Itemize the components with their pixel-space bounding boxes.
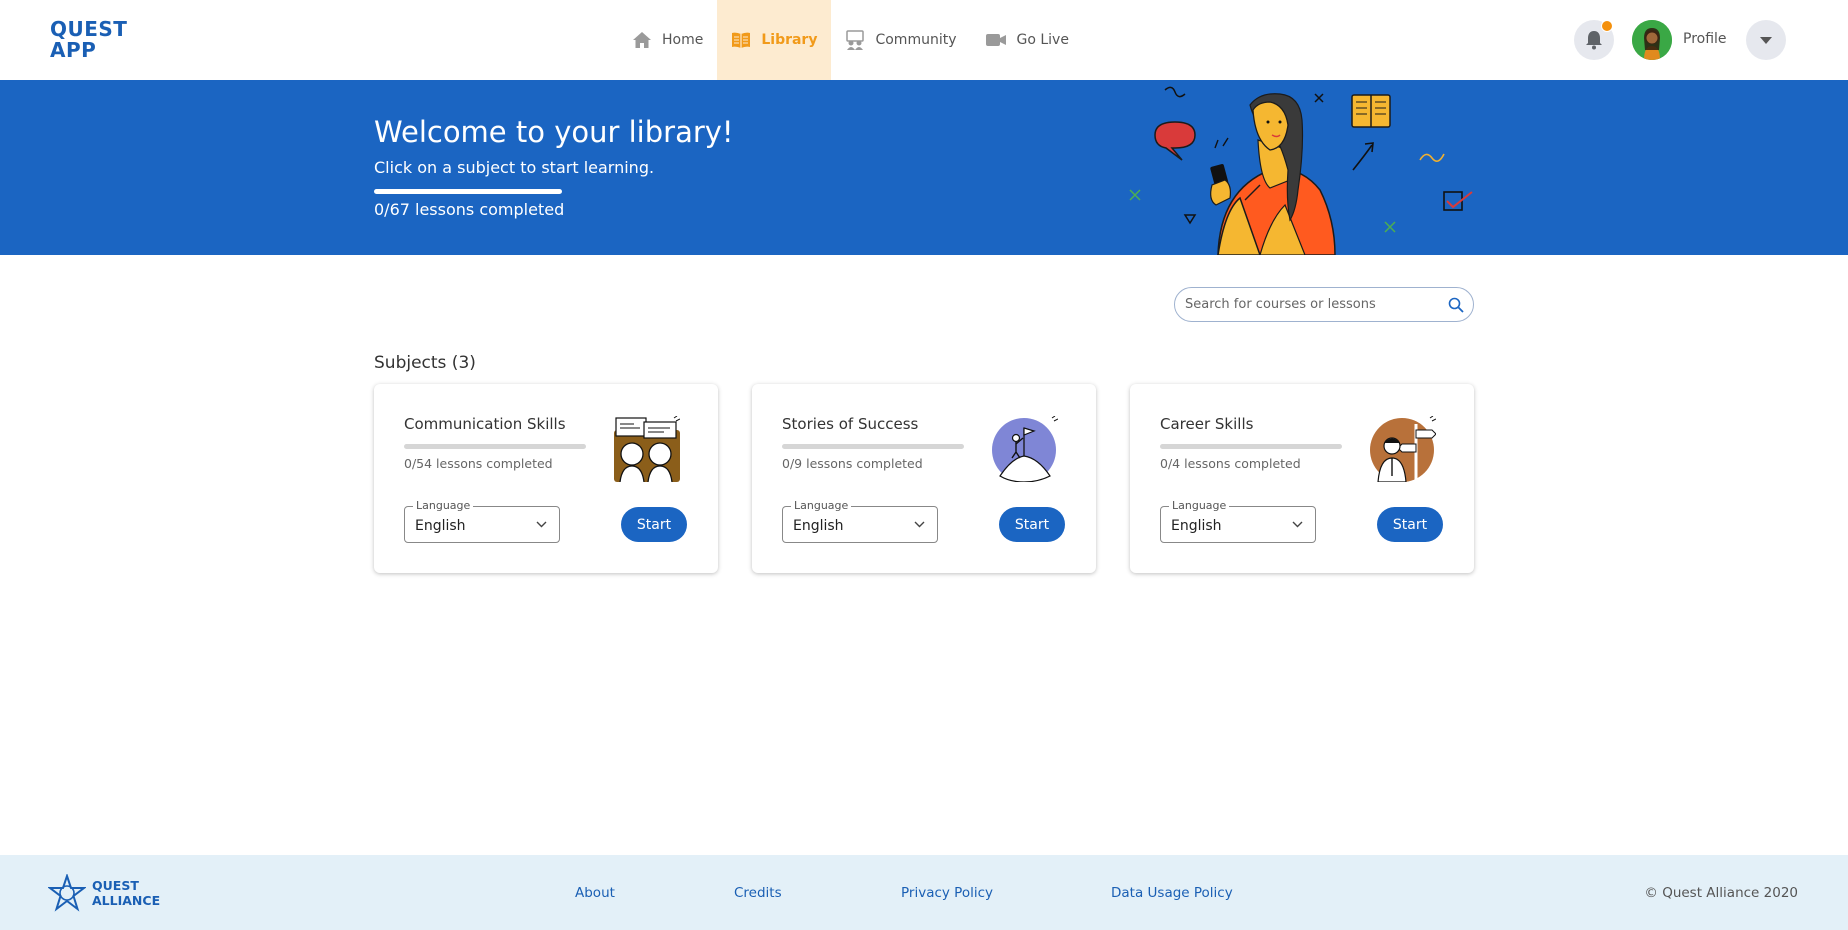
language-value: English (415, 518, 466, 534)
card-progress-text: 0/9 lessons completed (782, 456, 923, 471)
chevron-down-icon (1292, 521, 1303, 528)
card-progress-text: 0/4 lessons completed (1160, 456, 1301, 471)
video-icon (985, 34, 1006, 46)
bell-icon (1586, 31, 1602, 50)
community-icon (846, 30, 865, 50)
footer-link-privacy-policy[interactable]: Privacy Policy (901, 885, 993, 901)
subject-card-career-skills: Career Skills 0/4 lessons completed Lang… (1130, 384, 1474, 573)
card-progress-bar (1160, 444, 1342, 449)
language-label: Language (413, 499, 474, 512)
card-progress-bar (404, 444, 586, 449)
home-icon (633, 32, 651, 48)
card-progress-bar (782, 444, 964, 449)
start-button[interactable]: Start (1377, 507, 1443, 542)
start-button[interactable]: Start (999, 507, 1065, 542)
search-icon[interactable] (1448, 297, 1464, 313)
chevron-down-icon (914, 521, 925, 528)
subjects-heading: Subjects (3) (374, 353, 476, 373)
career-skills-illustration (1370, 416, 1436, 482)
top-header: QUEST APP Home Library Community Go Live (0, 0, 1848, 80)
main-nav: Home Library Community Go Live (618, 0, 1083, 80)
card-progress-text: 0/54 lessons completed (404, 456, 553, 471)
quest-app-logo[interactable]: QUEST APP (50, 19, 127, 61)
communication-skills-illustration (614, 416, 680, 482)
language-label: Language (1169, 499, 1230, 512)
avatar-image (1632, 20, 1672, 60)
subject-card-stories-of-success: Stories of Success 0/9 lessons completed… (752, 384, 1096, 573)
notification-badge (1601, 20, 1613, 32)
language-select[interactable]: Language English (1160, 499, 1316, 543)
profile-label[interactable]: Profile (1683, 31, 1727, 47)
footer-link-credits[interactable]: Credits (734, 885, 782, 901)
card-title: Career Skills (1160, 415, 1254, 433)
nav-home[interactable]: Home (618, 0, 717, 80)
banner-subtitle: Click on a subject to start learning. (374, 158, 655, 177)
card-title: Communication Skills (404, 415, 566, 433)
card-title: Stories of Success (782, 415, 919, 433)
chevron-down-icon (536, 521, 547, 528)
language-select[interactable]: Language English (782, 499, 938, 543)
language-label: Language (791, 499, 852, 512)
nav-go-live[interactable]: Go Live (971, 0, 1083, 80)
search-box[interactable] (1174, 287, 1474, 322)
overall-progress-bar (374, 189, 562, 194)
page-title: Welcome to your library! (374, 115, 734, 149)
caret-down-icon (1760, 36, 1772, 44)
footer-link-about[interactable]: About (575, 885, 615, 901)
nav-community[interactable]: Community (831, 0, 970, 80)
language-value: English (1171, 518, 1222, 534)
library-banner: Welcome to your library! Click on a subj… (0, 80, 1848, 255)
language-select[interactable]: Language English (404, 499, 560, 543)
copyright-text: © Quest Alliance 2020 (1644, 885, 1798, 901)
overall-progress-text: 0/67 lessons completed (374, 200, 565, 219)
stories-of-success-illustration (992, 416, 1058, 482)
nav-library[interactable]: Library (717, 0, 832, 80)
banner-illustration (1129, 86, 1473, 255)
profile-dropdown-button[interactable] (1746, 20, 1786, 60)
footer: QUEST ALLIANCE About Credits Privacy Pol… (0, 855, 1848, 930)
book-icon (732, 32, 751, 48)
search-input[interactable] (1185, 297, 1435, 312)
language-value: English (793, 518, 844, 534)
quest-alliance-logo[interactable]: QUEST ALLIANCE (48, 874, 160, 912)
footer-link-data-usage-policy[interactable]: Data Usage Policy (1111, 885, 1233, 901)
quest-alliance-star-icon (48, 874, 86, 912)
subject-card-communication-skills: Communication Skills 0/54 lessons comple… (374, 384, 718, 573)
avatar[interactable] (1632, 20, 1672, 60)
start-button[interactable]: Start (621, 507, 687, 542)
